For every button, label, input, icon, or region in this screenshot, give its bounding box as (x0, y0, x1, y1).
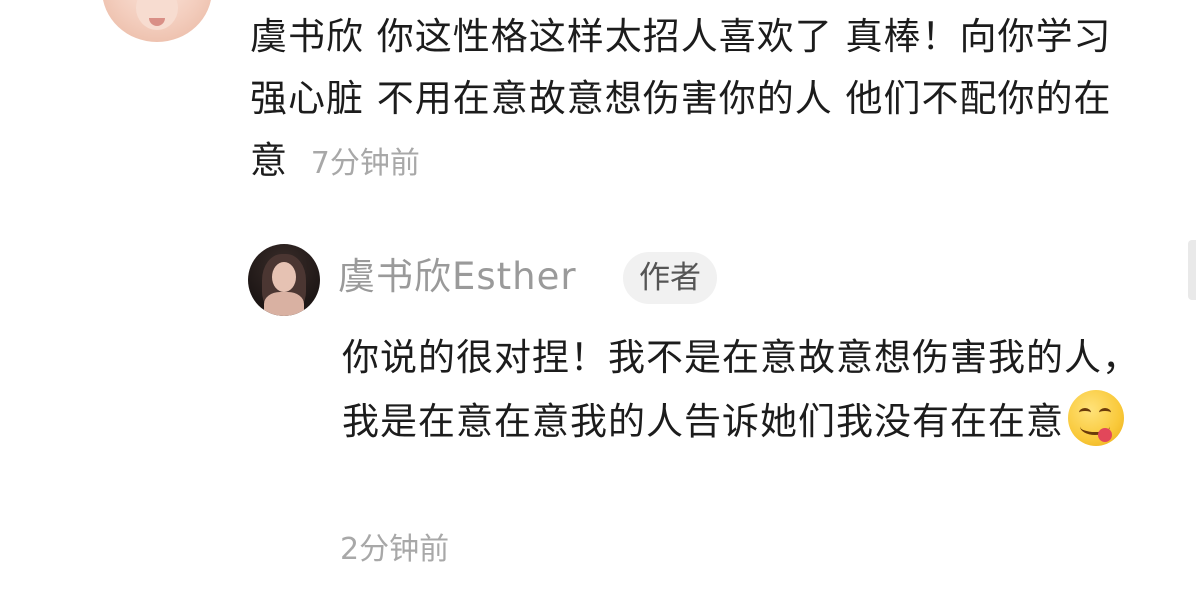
avatar-body (264, 292, 304, 316)
reply-body[interactable]: 你说的很对捏！我不是在意故意想伤害我的人，我是在意在意我的人告诉她们我没有在在意 (342, 326, 1162, 454)
comment-author-name[interactable]: 虞书欣 (250, 15, 364, 58)
scroll-edge (1188, 240, 1196, 300)
comment-thread: 虞书欣 你这性格这样太招人喜欢了 真棒！向你学习强心脏 不用在意故意想伤害你的人… (0, 0, 1196, 589)
reply-content: 你说的很对捏！我不是在意故意想伤害我的人，我是在意在意我的人告诉她们我没有在在意 (342, 336, 1140, 443)
avatar-face (272, 262, 296, 292)
commenter-avatar[interactable] (102, 0, 212, 42)
comment-body[interactable]: 虞书欣 你这性格这样太招人喜欢了 真棒！向你学习强心脏 不用在意故意想伤害你的人… (250, 6, 1130, 195)
comment-timestamp: 7分钟前 (310, 146, 420, 181)
reply-author-name[interactable]: 虞书欣Esther (338, 252, 577, 302)
yum-face-icon (1068, 390, 1124, 446)
reply-timestamp: 2分钟前 (340, 532, 450, 567)
author-badge: 作者 (623, 252, 717, 304)
reply-author-avatar[interactable] (248, 244, 320, 316)
